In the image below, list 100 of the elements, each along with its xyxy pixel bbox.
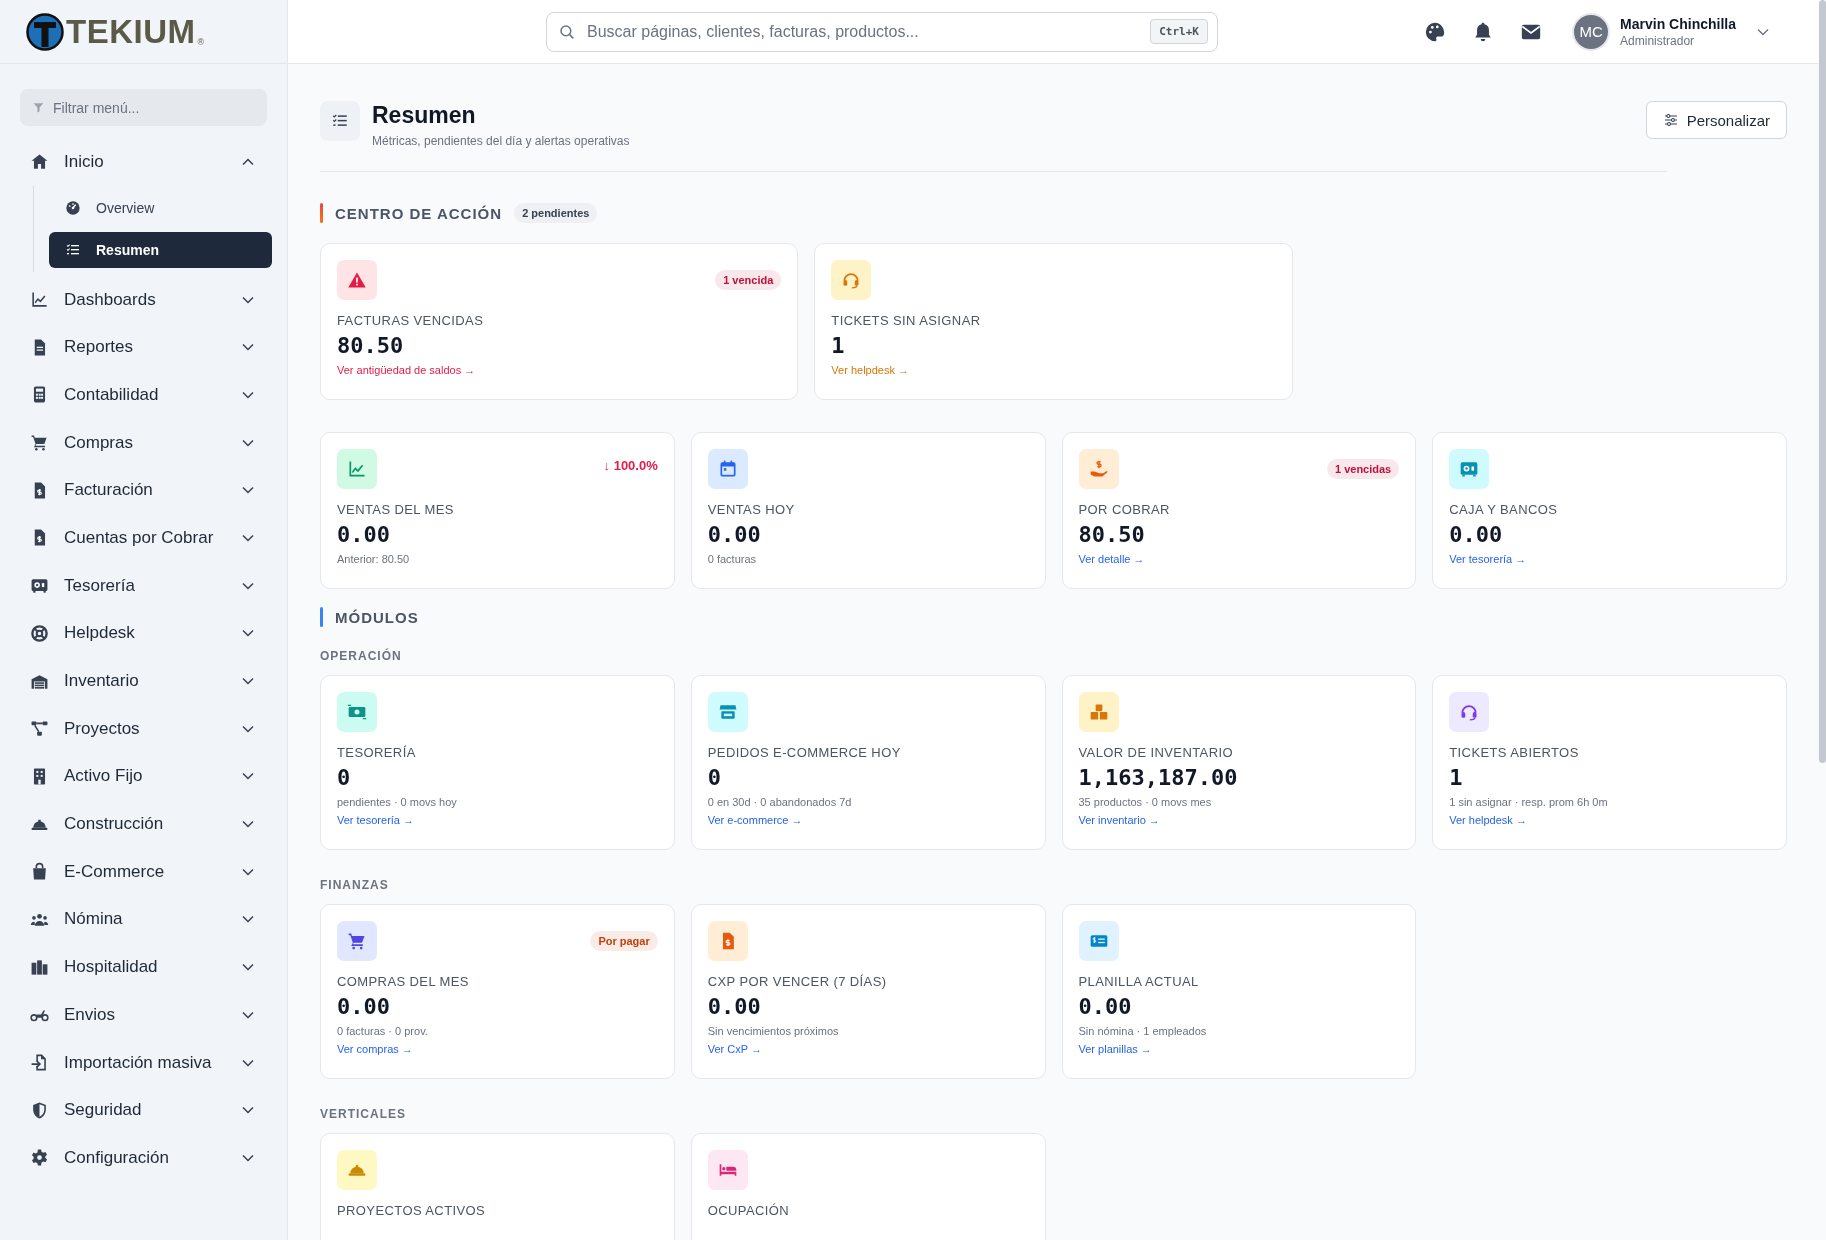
metric-value: 0.00 [1449,522,1504,547]
metric-value: 80.50 [337,333,405,358]
sidebar-item[interactable]: E-Commerce [30,847,271,896]
card-link[interactable]: Ver tesorería → [337,814,415,826]
metric-label: PLANILLA ACTUAL [1078,974,1200,989]
metric-detail: 1 sin asignar · resp. prom 6h 0m [1449,796,1609,808]
card-link[interactable]: Ver helpdesk → [1449,814,1527,826]
sidebar-item[interactable]: Inventario [30,657,271,705]
metric-value: 0.00 [337,522,391,547]
card-link[interactable]: Ver compras → [337,1043,413,1055]
sidebar-item[interactable]: Reportes [30,323,271,372]
banknote-icon [347,702,367,722]
metric-label: CXP POR VENCER (7 DÍAS) [707,974,888,989]
sidebar-item[interactable]: Envios [30,991,271,1039]
sidebar-subitem[interactable]: Resumen [49,231,272,268]
safe-icon [30,576,49,596]
shortcut-hint: Ctrl+K [1150,18,1208,44]
metric-detail: Anterior: 80.50 [337,553,411,565]
metric-detail: pendientes · 0 movs hoy [337,796,458,808]
sidebar-item[interactable]: Tesorería [30,561,271,610]
lifebuoy-icon [30,623,49,643]
metric-label: PEDIDOS E-COMMERCE HOY [707,745,902,760]
metric-detail: 0 facturas [707,553,758,565]
boxes-icon [1088,702,1109,722]
group-title: OPERACIÓN [320,649,403,663]
sidebar-item[interactable]: Cuentas por Cobrar [30,514,271,562]
status-badge: Por pagar [590,931,658,951]
theme-button[interactable] [1424,20,1447,43]
metric-detail: Sin vencimientos próximos [707,1025,840,1037]
sidebar-item[interactable]: Compras [30,418,271,467]
sidebar-item[interactable]: Configuración [30,1134,271,1182]
sidebar-item[interactable]: Hospitalidad [30,943,271,991]
metric-value: 0 [707,765,722,790]
group-title: VERTICALES [320,1107,407,1121]
metric-value: 0.00 [707,522,762,547]
sidebar-item[interactable]: Importación masiva [30,1038,271,1087]
sidebar-item[interactable]: Helpdesk [30,609,271,658]
status-badge: 1 vencida [715,270,782,290]
metric-label: COMPRAS DEL MES [337,974,470,989]
card-link[interactable]: Ver inventario → [1078,814,1160,826]
section-accent [320,607,323,627]
logo-text: TEKIUM [66,12,196,51]
sidebar-item[interactable]: Construcción [30,800,271,848]
buildings-icon [30,957,49,977]
file-import-icon [30,1053,49,1073]
group-title: FINANZAS [320,878,390,892]
sidebar-item[interactable]: Activo Fijo [30,752,271,801]
metric-value: 0.00 [1078,994,1133,1019]
card-link[interactable]: Ver tesorería → [1449,553,1527,565]
metric-value: 0.00 [337,994,391,1019]
headset-icon [841,270,862,290]
sidebar-item[interactable]: Contabilidad [30,371,271,419]
metric-detail: 0 facturas · 0 prov. [337,1025,429,1037]
warning-icon [347,270,367,290]
metric-label: VENTAS DEL MES [337,502,455,517]
sidebar-item[interactable]: Facturación [30,466,271,515]
card-link[interactable]: Ver e-commerce → [707,814,803,826]
metric-value: 1 [831,333,846,358]
sidebar-item[interactable]: Inicio [30,138,271,186]
gear-icon [30,1148,49,1168]
headset-icon [1459,702,1480,722]
user-avatar[interactable]: MC [1574,14,1609,49]
sidebar-item[interactable]: Dashboards [30,275,271,324]
page-title: Resumen [372,102,477,129]
metric-value: 1,163,187.00 [1078,765,1239,790]
customize-button[interactable]: Personalizar [1645,101,1787,139]
metric-label: PROYECTOS ACTIVOS [337,1203,487,1218]
metric-label: TESORERÍA [337,745,417,760]
filter-field[interactable]: Filtrar menú... [20,89,267,126]
filter-icon [32,101,45,114]
user-role: Administrador [1620,33,1696,48]
metric-label: VENTAS HOY [707,502,796,517]
palette-icon [1424,20,1447,43]
card-link[interactable]: Ver detalle → [1078,553,1145,565]
scrollbar[interactable] [1819,0,1826,763]
logo-icon [26,12,64,51]
status-badge: 1 vencidas [1327,459,1400,479]
metric-detail: 0 en 30d · 0 abandonados 7d [707,796,853,808]
registered-mark: ® [197,37,205,47]
sidebar-subitem[interactable]: Overview [49,189,272,226]
metric-value: 0.00 [707,994,762,1019]
cart-icon [30,433,49,453]
card-link[interactable]: Ver planillas → [1078,1043,1152,1055]
home-icon [30,152,49,172]
metric-label: TICKETS ABIERTOS [1449,745,1580,760]
line-chart-icon [30,290,49,310]
hand-coin-icon [1088,459,1109,479]
gauge-icon [65,199,81,216]
sidebar-item[interactable]: Seguridad [30,1086,271,1135]
shopping-bag-icon [30,862,49,882]
metric-label: VALOR DE INVENTARIO [1078,745,1234,760]
sidebar-item[interactable]: Nómina [30,895,271,944]
metric-label: TICKETS SIN ASIGNAR [831,313,982,328]
sidebar-item[interactable]: Proyectos [30,704,271,753]
section-title: CENTRO DE ACCIÓN [335,204,503,222]
count-badge: 2 pendientes [514,203,598,223]
search-icon [558,22,576,41]
metric-detail: 35 productos · 0 movs mes [1078,796,1213,808]
card-link[interactable]: Ver antigüedad de saldos → [337,364,476,376]
card-link[interactable]: Ver CxP → [707,1043,762,1055]
